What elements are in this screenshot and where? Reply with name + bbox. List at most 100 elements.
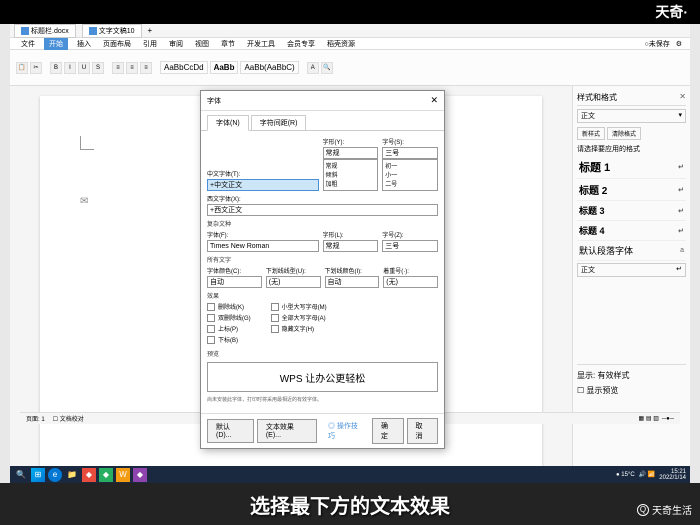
show-filter[interactable]: 显示: 有效样式 — [577, 368, 686, 383]
font-dialog: 字体 ✕ 字体(N) 字符间距(R) 中文字体(T): 字形(Y): 常规倾斜加… — [200, 90, 445, 449]
style-listbox[interactable]: 常规倾斜加粗 — [323, 159, 379, 191]
tray-icons[interactable]: 🔊 📶 — [639, 471, 656, 478]
save-status: ○未保存 — [644, 39, 669, 49]
style-list-header: 请选择要应用的格式 — [577, 144, 686, 154]
ok-button[interactable]: 确定 — [372, 418, 403, 444]
menu-ref[interactable]: 引用 — [140, 39, 160, 49]
zoom-slider[interactable]: ─●─ — [662, 416, 674, 422]
app-icon-2[interactable]: ◆ — [99, 468, 113, 482]
fx-sub[interactable]: 下标(B) — [207, 335, 251, 344]
complex-font-input[interactable] — [207, 240, 319, 252]
show-preview-checkbox[interactable]: ☐ 显示预览 — [577, 383, 686, 398]
document-tab-2[interactable]: 文字文稿10 — [82, 24, 142, 38]
current-style-select[interactable]: 正文▾ — [577, 109, 686, 123]
emphasis-input[interactable] — [383, 276, 438, 288]
italic-button[interactable]: I — [64, 62, 76, 74]
find-replace-button[interactable]: 🔍 — [321, 62, 333, 74]
panel-close-button[interactable]: ✕ — [679, 92, 686, 103]
fx-caps[interactable]: 全部大写字母(A) — [271, 313, 327, 322]
style-normal-item[interactable]: 正文↵ — [577, 263, 686, 277]
underline-button[interactable]: U — [78, 62, 90, 74]
fx-strike[interactable]: 删除线(K) — [207, 302, 251, 311]
fx-dstrike[interactable]: 双删除线(G) — [207, 313, 251, 322]
new-style-button[interactable]: 新样式 — [577, 127, 605, 140]
dialog-title-text: 字体 — [207, 96, 221, 106]
preview-box: WPS 让办公更轻松 — [207, 362, 438, 392]
text-layout-button[interactable]: A — [307, 62, 319, 74]
dialog-tab-spacing[interactable]: 字符间距(R) — [251, 115, 307, 131]
default-button[interactable]: 默认(D)... — [207, 419, 254, 443]
size-listbox[interactable]: 初一小一二号 — [382, 159, 438, 191]
style-default-font[interactable]: 默认段落字体a — [577, 241, 686, 261]
start-button[interactable]: ⊞ — [31, 468, 45, 482]
align-right-button[interactable]: ≡ — [140, 62, 152, 74]
app-icon-3[interactable]: W — [116, 468, 130, 482]
style-heading2[interactable]: AaBb(AaBbC) — [240, 61, 298, 74]
align-left-button[interactable]: ≡ — [112, 62, 124, 74]
color-input[interactable] — [207, 276, 262, 288]
windows-taskbar: 🔍 ⊞ e 📁 ◆ ◆ W ◆ ● 15°C 🔊 📶 15:21 2022/1/… — [10, 466, 690, 483]
underline-color-input[interactable] — [325, 276, 380, 288]
watermark: Q 天奇生活 — [637, 502, 692, 517]
strike-button[interactable]: S — [92, 62, 104, 74]
menu-layout[interactable]: 页面布局 — [100, 39, 134, 49]
style-heading-2[interactable]: 标题 2↵ — [577, 179, 686, 201]
menu-resource[interactable]: 稻壳资源 — [324, 39, 358, 49]
preview-label: 预览 — [207, 349, 438, 358]
cut-button[interactable]: ✂ — [30, 62, 42, 74]
explorer-icon[interactable]: 📁 — [65, 468, 79, 482]
menu-review[interactable]: 审阅 — [166, 39, 186, 49]
underline-input[interactable] — [266, 276, 321, 288]
fx-hidden[interactable]: 隐藏文字(H) — [271, 324, 327, 333]
en-font-input[interactable] — [207, 204, 438, 216]
brand-logo: 天奇· — [655, 4, 688, 20]
menu-home[interactable]: 开始 — [44, 38, 68, 50]
style-heading-1[interactable]: 标题 1↵ — [577, 156, 686, 179]
size-input[interactable] — [382, 147, 438, 159]
fx-super[interactable]: 上标(P) — [207, 324, 251, 333]
bold-button[interactable]: B — [50, 62, 62, 74]
style-heading1[interactable]: AaBb — [210, 61, 239, 74]
menu-view[interactable]: 视图 — [192, 39, 212, 49]
ribbon: 📋 ✂ B I U S ≡ ≡ ≡ AaBbCcDd AaBb AaBb(AaB… — [10, 50, 690, 86]
align-center-button[interactable]: ≡ — [126, 62, 138, 74]
dialog-close-button[interactable]: ✕ — [430, 95, 438, 106]
app-icon-4[interactable]: ◆ — [133, 468, 147, 482]
menu-section[interactable]: 章节 — [218, 39, 238, 49]
clock-date: 2022/1/14 — [659, 475, 686, 481]
settings-icon[interactable]: ⚙ — [676, 40, 682, 48]
paste-button[interactable]: 📋 — [16, 62, 28, 74]
en-font-label: 西文字体(X): — [207, 194, 438, 203]
app-icon-1[interactable]: ◆ — [82, 468, 96, 482]
ops-tip-link[interactable]: ◎ 操作技巧 — [320, 419, 372, 443]
text-effect-button[interactable]: 文本效果(E)... — [257, 419, 317, 443]
style-input[interactable] — [323, 147, 379, 159]
weather[interactable]: ● 15°C — [616, 472, 635, 478]
new-tab-button[interactable]: + — [148, 26, 153, 35]
panel-title-text: 样式和格式 — [577, 92, 617, 103]
all-text-label: 所有文字 — [207, 255, 438, 264]
menu-member[interactable]: 会员专享 — [284, 39, 318, 49]
cn-font-input[interactable] — [207, 179, 319, 191]
doc-proof[interactable]: ☐ 文档校对 — [53, 414, 84, 423]
dialog-tab-font[interactable]: 字体(N) — [207, 115, 249, 131]
fx-small[interactable]: 小型大写字母(M) — [271, 302, 327, 311]
size-label: 字号(S): — [382, 137, 438, 146]
cancel-button[interactable]: 取消 — [407, 418, 438, 444]
complex-style-input[interactable] — [323, 240, 379, 252]
clear-format-button[interactable]: 清除格式 — [607, 127, 641, 140]
page-indicator: 页面: 1 — [26, 414, 45, 423]
menu-dev[interactable]: 开发工具 — [244, 39, 278, 49]
edge-icon[interactable]: e — [48, 468, 62, 482]
document-tab-1[interactable]: 标题栏.docx — [14, 24, 76, 38]
search-icon[interactable]: 🔍 — [14, 468, 28, 482]
menu-file[interactable]: 文件 — [18, 39, 38, 49]
menu-insert[interactable]: 插入 — [74, 39, 94, 49]
view-buttons[interactable]: ▦ ▤ ▥ — [639, 415, 659, 422]
complex-size-input[interactable] — [382, 240, 438, 252]
doc-icon — [21, 27, 29, 35]
style-heading-4[interactable]: 标题 4↵ — [577, 221, 686, 241]
style-heading-3[interactable]: 标题 3↵ — [577, 201, 686, 221]
style-normal[interactable]: AaBbCcDd — [160, 61, 208, 74]
preview-note: 尚未安装此字体，打印时将采用最相近的有效字体。 — [207, 396, 438, 403]
